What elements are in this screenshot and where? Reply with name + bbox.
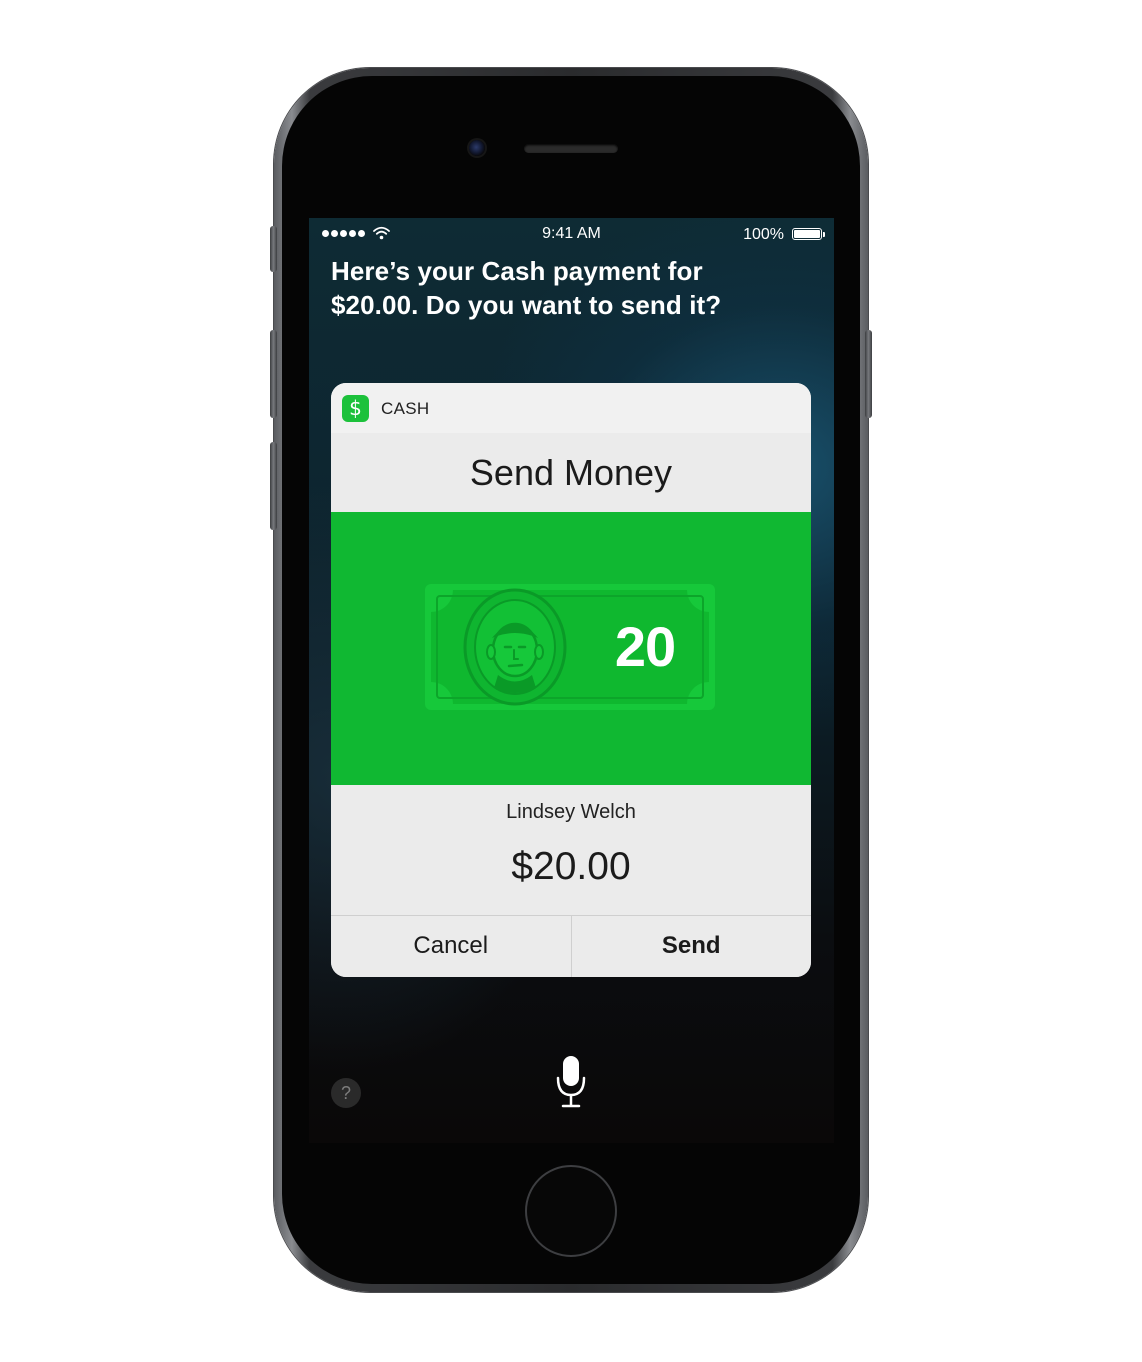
- front-camera: [469, 140, 485, 156]
- card-title: Send Money: [469, 452, 673, 493]
- help-icon[interactable]: ?: [331, 1078, 361, 1108]
- siri-screen: 9:41 AM 100% Here’s your Cash payment fo…: [309, 218, 834, 1143]
- cash-app-icon: $: [342, 395, 369, 422]
- battery-percentage: 100%: [743, 226, 784, 243]
- power-button: [865, 330, 872, 418]
- recipient-name: Lindsey Welch: [506, 801, 636, 823]
- battery-icon: [792, 228, 825, 240]
- microphone-icon[interactable]: [553, 1054, 589, 1110]
- payment-amount: $20.00: [511, 845, 631, 888]
- status-bar: 9:41 AM 100%: [309, 218, 834, 252]
- bill-panel: 20: [331, 512, 811, 785]
- earpiece-speaker: [524, 144, 618, 153]
- mute-switch: [270, 226, 277, 272]
- volume-down-button: [270, 442, 277, 530]
- app-name: CASH: [381, 399, 430, 418]
- bill-denomination: 20: [614, 615, 676, 678]
- cancel-button[interactable]: Cancel: [331, 916, 571, 977]
- card-actions: Cancel Send: [331, 915, 811, 977]
- payment-details: Lindsey Welch $20.00: [331, 785, 811, 915]
- card-header: $ CASH: [331, 383, 811, 433]
- cash-payment-card: $ CASH Send Money 20 Lindsey Welch $20.0…: [331, 383, 811, 977]
- send-button[interactable]: Send: [570, 916, 812, 977]
- dollar-bill-illustration: 20: [425, 584, 715, 710]
- home-button[interactable]: [525, 1165, 617, 1257]
- card-title-area: Send Money: [331, 433, 811, 512]
- siri-response-text: Here’s your Cash payment for $20.00. Do …: [331, 256, 722, 320]
- volume-up-button: [270, 330, 277, 418]
